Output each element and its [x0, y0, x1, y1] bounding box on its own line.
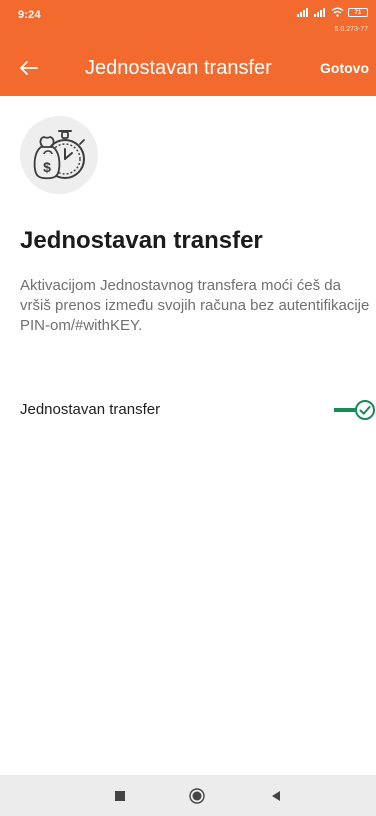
done-button[interactable]: Gotovo — [320, 60, 369, 76]
home-button[interactable] — [187, 786, 207, 806]
phone-screen: 9:24 71 5.0.273-77 Jednostavan transfer … — [0, 0, 376, 816]
page-title: Jednostavan transfer — [85, 57, 272, 79]
back-system-button[interactable] — [266, 786, 286, 806]
status-bar: 9:24 71 5.0.273-77 — [0, 0, 376, 40]
money-bag-timer-icon: $ — [33, 130, 85, 180]
battery-icon: 71 — [348, 7, 368, 17]
check-toggle-icon — [332, 400, 375, 420]
recent-apps-icon — [115, 791, 125, 801]
recent-apps-button[interactable] — [110, 786, 130, 806]
system-navigation-bar — [0, 775, 376, 816]
setting-label: Jednostavan transfer — [20, 401, 161, 418]
description-text: Aktivacijom Jednostavnog transfera moći … — [20, 277, 370, 334]
app-version: 5.0.273-77 — [334, 26, 368, 33]
svg-text:$: $ — [43, 159, 51, 175]
money-timer-icon: $ — [20, 116, 98, 194]
status-icons: 71 — [297, 7, 368, 17]
toggle-switch[interactable] — [332, 398, 376, 422]
status-time: 9:24 — [18, 9, 41, 21]
back-button[interactable] — [18, 57, 40, 79]
home-icon — [189, 788, 205, 804]
app-screen: 9:24 71 5.0.273-77 Jednostavan transfer … — [0, 0, 376, 775]
back-icon — [272, 791, 280, 801]
setting-row-simple-transfer[interactable]: Jednostavan transfer — [0, 388, 376, 432]
signal-icon — [314, 7, 327, 17]
section-heading: Jednostavan transfer — [20, 227, 263, 254]
wifi-icon — [331, 7, 344, 17]
arrow-left-icon — [20, 61, 38, 75]
signal-icon — [297, 7, 310, 17]
toolbar: Jednostavan transfer Gotovo — [0, 40, 376, 96]
